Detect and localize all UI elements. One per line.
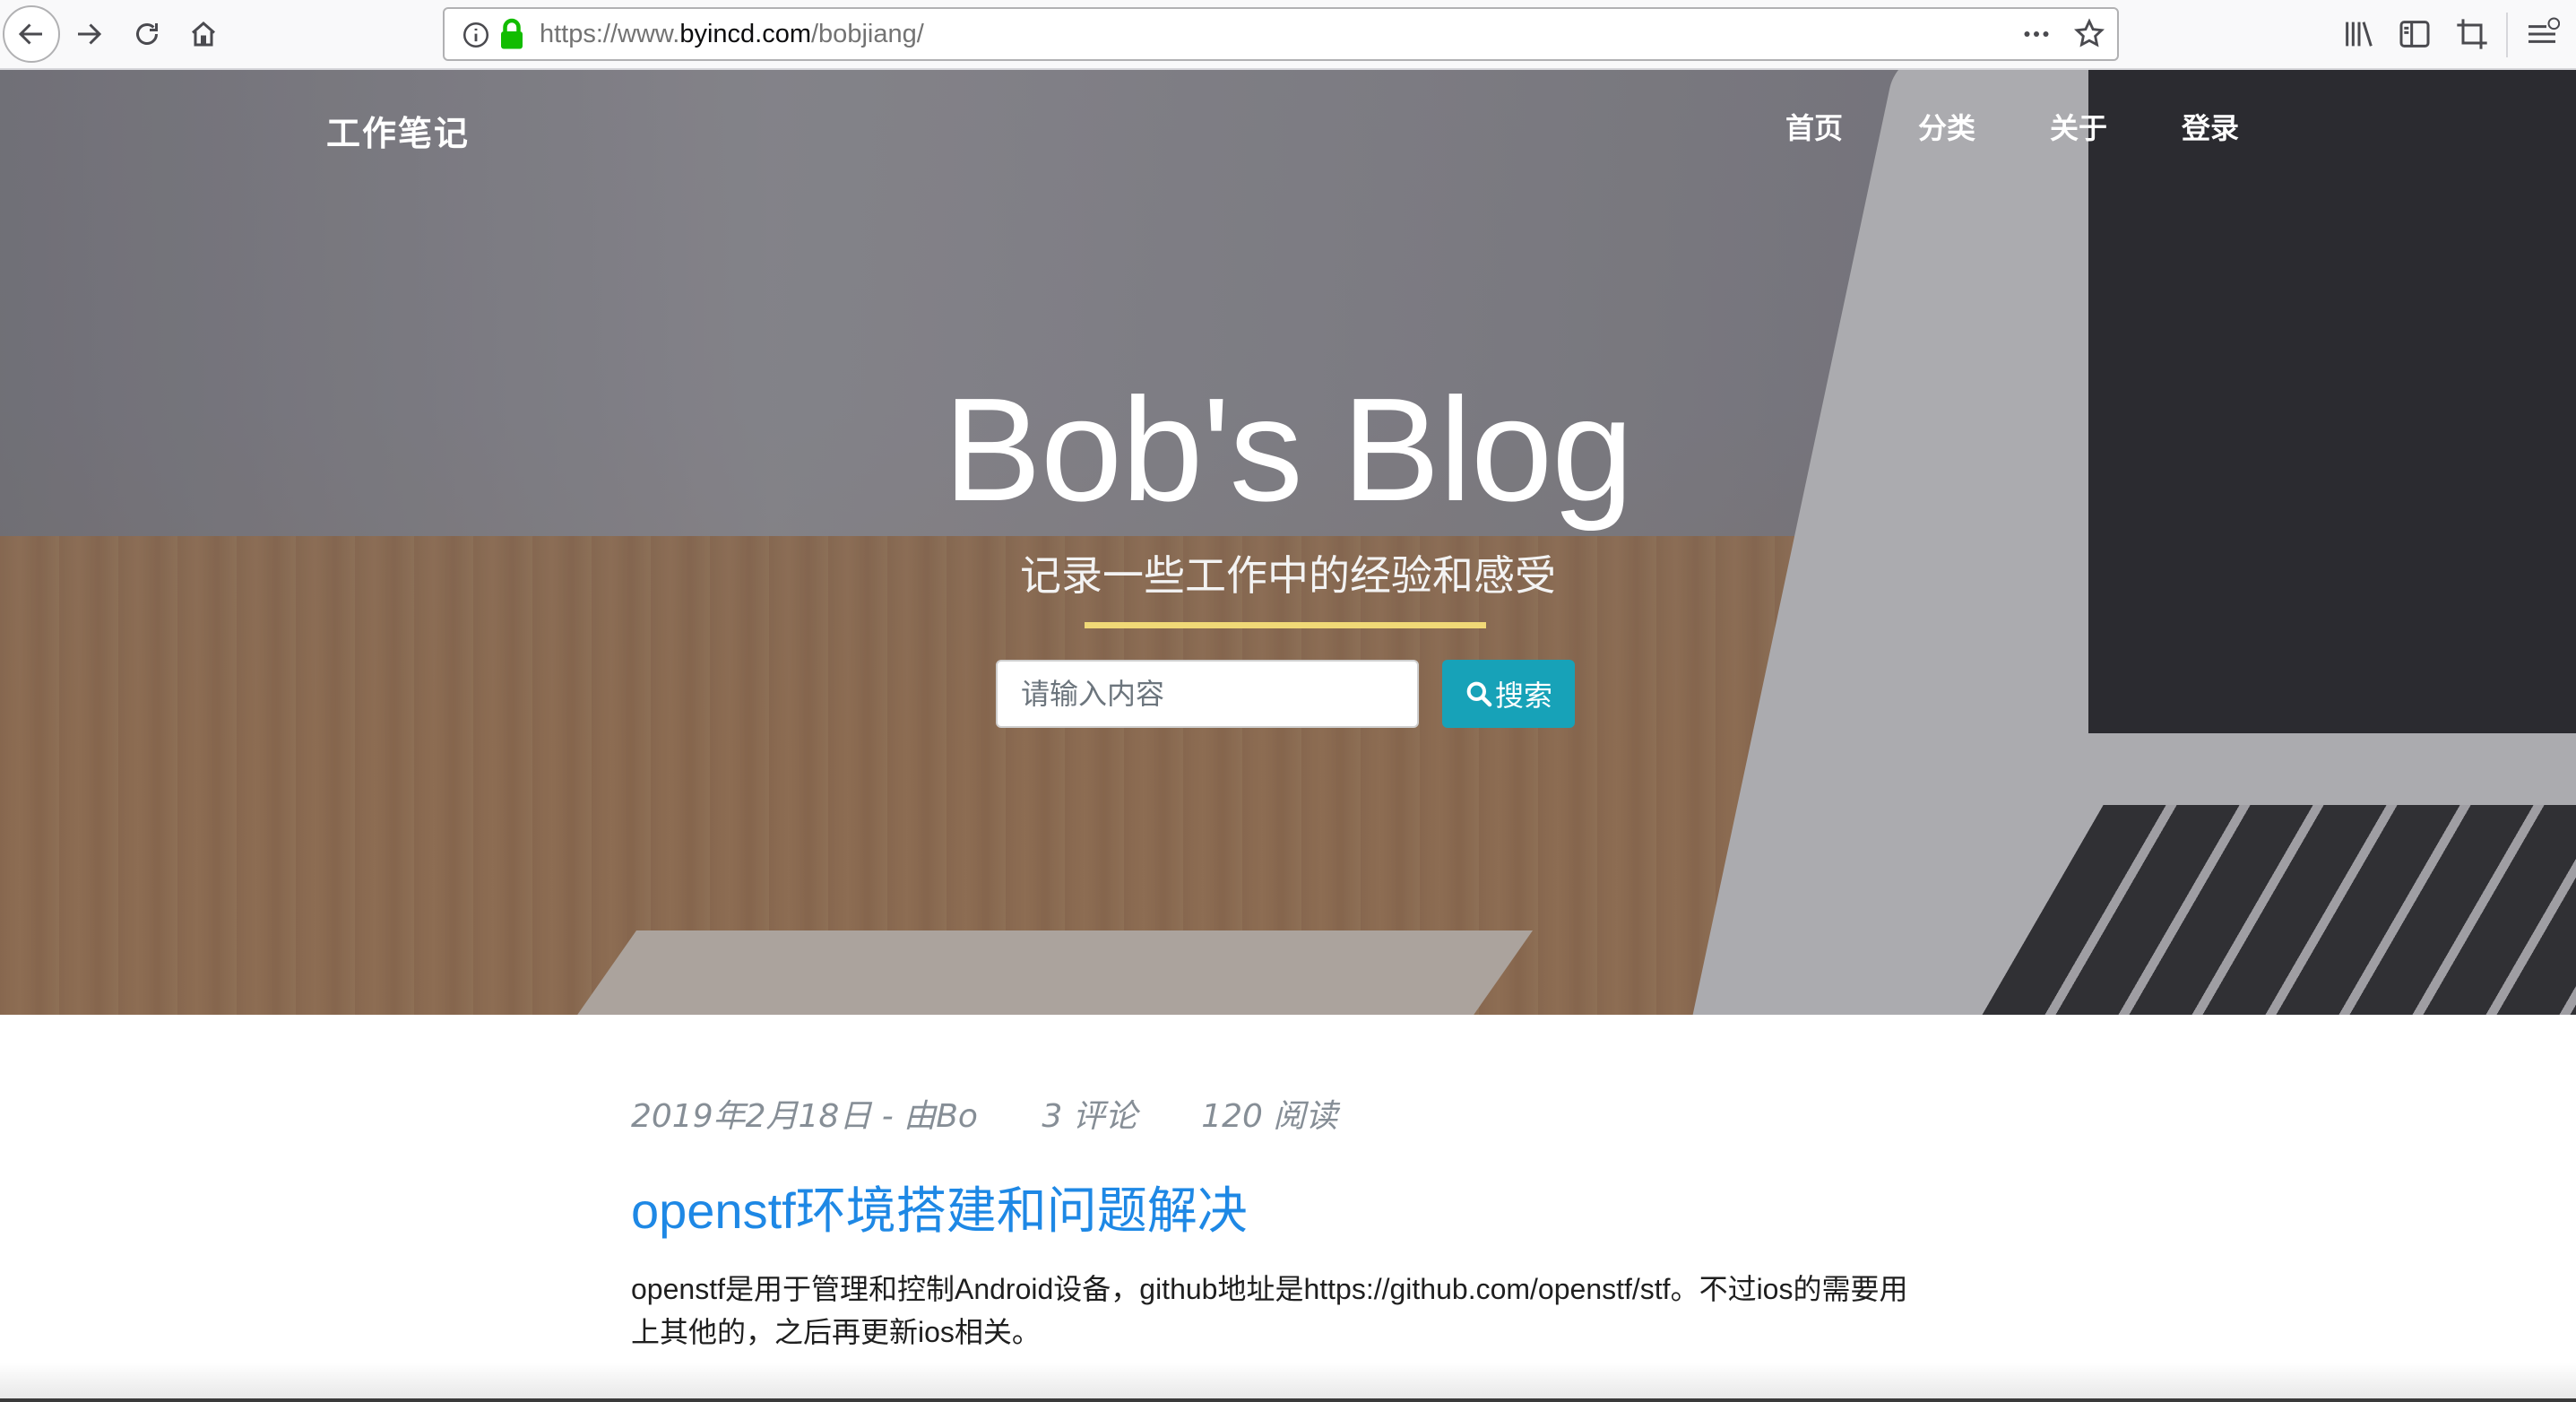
page-bottom-fade [0, 1363, 2576, 1402]
post-date-author: 2019年2月18日 - 由Bo [631, 1098, 978, 1135]
post-title-link[interactable]: openstf环境搭建和问题解决 [631, 1171, 1248, 1243]
library-icon[interactable] [2341, 16, 2377, 52]
hero-subtitle: 记录一些工作中的经验和感受 [1020, 551, 1556, 600]
nav-item-about[interactable]: 关于 [2050, 106, 2107, 147]
post-read-count: 120 阅读 [1201, 1098, 1338, 1135]
screenshot-icon[interactable] [2454, 16, 2490, 52]
reload-icon [136, 23, 158, 45]
search-button[interactable]: 搜索 [1442, 660, 1575, 728]
reload-button[interactable] [121, 8, 173, 60]
post-meta: 2019年2月18日 - 由Bo 3 评论 120 阅读 [631, 1090, 1391, 1137]
site-brand[interactable]: 工作笔记 [326, 106, 470, 155]
forward-button[interactable] [63, 8, 115, 60]
forward-arrow-icon [78, 23, 102, 45]
back-arrow-icon [18, 23, 42, 45]
nav-item-categories[interactable]: 分类 [1918, 106, 1975, 147]
sidebar-icon[interactable] [2397, 16, 2433, 52]
post-comment-count[interactable]: 3 评论 [1042, 1098, 1137, 1135]
nav-item-login[interactable]: 登录 [2182, 106, 2239, 147]
info-icon[interactable] [461, 20, 491, 50]
hero-overlay [0, 70, 2576, 1015]
toolbar-separator [2506, 13, 2508, 57]
search-button-label: 搜索 [1494, 679, 1552, 713]
lock-icon[interactable] [498, 18, 525, 50]
address-bar[interactable]: https://www.byincd.com/bobjiang/ [443, 7, 2119, 61]
url-text[interactable]: https://www.byincd.com/bobjiang/ [540, 9, 924, 59]
search-input[interactable] [996, 660, 1419, 728]
hero-divider [1085, 622, 1486, 628]
nav-item-home[interactable]: 首页 [1785, 106, 1843, 147]
hamburger-menu-icon[interactable] [2524, 16, 2560, 52]
window-bottom-edge [0, 1398, 2576, 1402]
back-button[interactable] [3, 5, 60, 63]
hero-banner: 工作笔记 首页 分类 关于 登录 Bob's Blog 记录一些工作中的经验和感… [0, 70, 2576, 1015]
hero-title: Bob's Blog [943, 368, 1634, 532]
bookmark-star-icon[interactable] [2072, 17, 2106, 51]
home-button[interactable] [177, 8, 229, 60]
search-icon [1466, 681, 1492, 707]
home-icon [192, 22, 215, 47]
page-actions-icon[interactable] [2018, 18, 2054, 50]
browser-toolbar: https://www.byincd.com/bobjiang/ [0, 0, 2576, 70]
post-excerpt: openstf是用于管理和控制Android设备，github地址是https:… [631, 1273, 1908, 1348]
